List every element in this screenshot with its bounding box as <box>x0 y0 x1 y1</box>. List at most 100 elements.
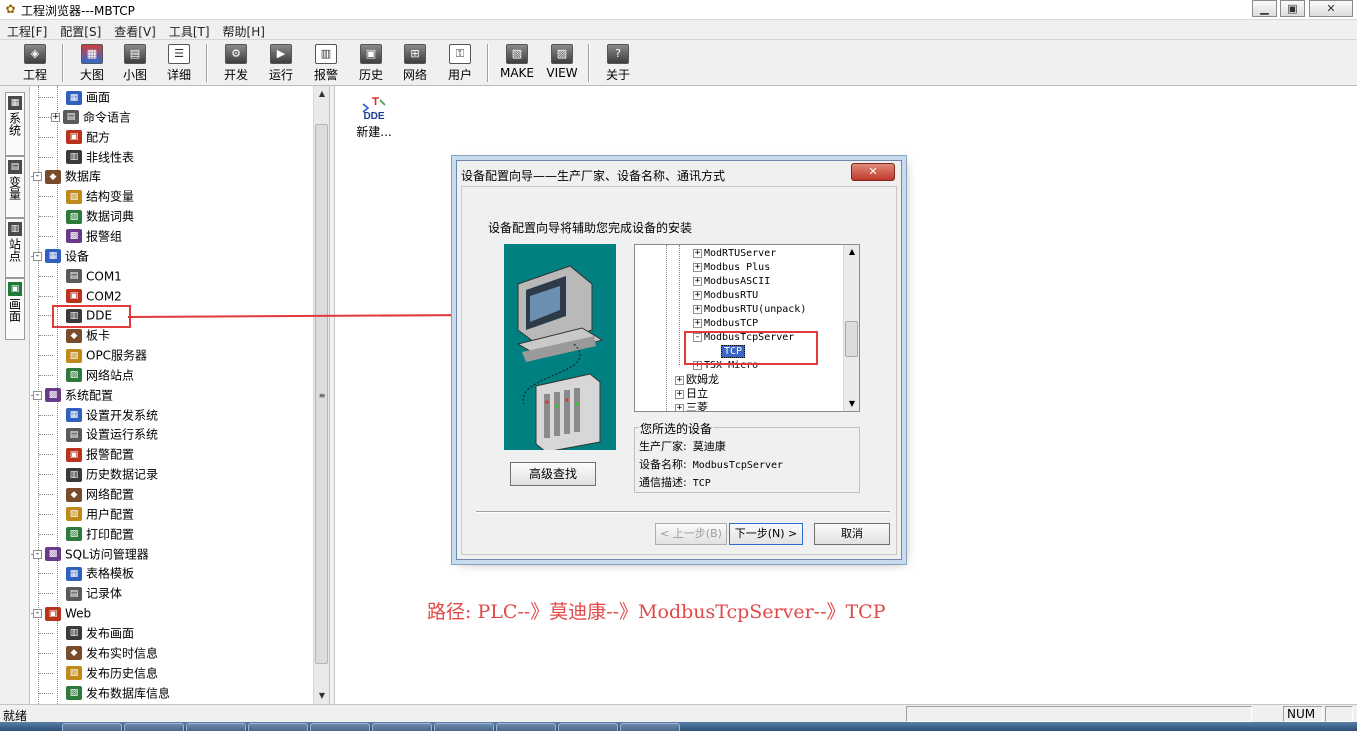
tab-screens[interactable]: ▣ 画面 <box>5 278 25 340</box>
tree-item[interactable]: ▤ 设置运行系统 <box>51 424 158 444</box>
expand-icon[interactable]: + <box>675 403 684 411</box>
tree-item[interactable]: - ▩ SQL访问管理器 <box>33 544 149 564</box>
tree-item[interactable]: ▥ 非线性表 <box>51 147 134 167</box>
device-tree-item[interactable]: + ModbusTCP <box>693 317 758 331</box>
tree-item[interactable]: ◆ 发布实时信息 <box>51 643 158 663</box>
tree-item[interactable]: ▣ COM2 <box>51 286 122 306</box>
device-tree-item[interactable]: + 日立 <box>675 387 708 401</box>
device-tree-scrollbar[interactable]: ▲ ▼ <box>843 245 859 411</box>
tab-system[interactable]: ▦ 系统 <box>5 92 25 156</box>
tree-item[interactable]: + ▤ 命令语言 <box>51 107 131 127</box>
expand-icon[interactable]: + <box>693 248 702 258</box>
collapse-icon[interactable]: - <box>33 549 42 559</box>
expand-icon[interactable]: + <box>693 290 702 300</box>
dialog-close-button[interactable]: ✕ <box>851 163 895 181</box>
tree-item[interactable]: ▨ 网络站点 <box>51 365 134 385</box>
tree-item[interactable]: ◆ 板卡 <box>51 325 110 345</box>
device-scroll-down-icon[interactable]: ▼ <box>844 397 859 411</box>
menu-project[interactable]: 工程[F] <box>0 20 53 40</box>
tree-item[interactable]: ▥ 发布画面 <box>51 623 134 643</box>
device-scroll-up-icon[interactable]: ▲ <box>844 245 859 259</box>
taskbar-button[interactable] <box>558 723 618 731</box>
taskbar-button[interactable] <box>310 723 370 731</box>
expand-icon[interactable]: + <box>51 112 60 122</box>
tree-item[interactable]: ▧ 结构变量 <box>51 186 134 206</box>
tree-item[interactable]: ▦ 画面 <box>51 87 110 107</box>
taskbar-button[interactable] <box>248 723 308 731</box>
tree-item[interactable]: - ◆ 数据库 <box>33 166 101 186</box>
toolbar-develop-button[interactable]: ⚙ 开发 <box>215 43 257 83</box>
taskbar-button[interactable] <box>124 723 184 731</box>
tab-variables[interactable]: ▤ 变量 <box>5 156 25 218</box>
tree-item[interactable]: ▧ 发布历史信息 <box>51 663 158 683</box>
taskbar-button[interactable] <box>372 723 432 731</box>
expand-icon[interactable]: + <box>693 304 702 314</box>
tree-item[interactable]: ▨ 打印配置 <box>51 524 134 544</box>
toolbar-large-icons-button[interactable]: ▦ 大图 <box>71 43 113 83</box>
menu-view[interactable]: 查看[V] <box>107 20 162 40</box>
toolbar-alarm-button[interactable]: ▥ 报警 <box>305 43 347 83</box>
tree-item[interactable]: - ▦ 设备 <box>33 246 89 266</box>
tree-item[interactable]: - ▩ 系统配置 <box>33 385 113 405</box>
toolbar-details-button[interactable]: ☰ 详细 <box>158 43 200 83</box>
tree-item[interactable]: ▧ 用户配置 <box>51 504 134 524</box>
toolbar-view-button[interactable]: ▨ VIEW <box>541 43 583 83</box>
prev-button[interactable]: < 上一步(B) <box>655 523 727 545</box>
expand-icon[interactable]: + <box>675 389 684 399</box>
expand-icon[interactable]: + <box>675 375 684 385</box>
tree-scrollbar[interactable]: ▲ ≡ ▼ <box>313 86 329 704</box>
device-tree-item[interactable]: + 欧姆龙 <box>675 373 719 387</box>
tree-item[interactable]: ▦ 表格模板 <box>51 563 134 583</box>
advanced-search-button[interactable]: 高级查找 <box>510 462 596 486</box>
collapse-icon[interactable]: - <box>33 172 42 182</box>
taskbar-button[interactable] <box>496 723 556 731</box>
device-tree-item[interactable]: + Modbus Plus <box>693 261 770 275</box>
device-tree-item[interactable]: + ModbusASCII <box>693 275 770 289</box>
device-tree-item[interactable]: + 三菱 <box>675 401 708 411</box>
close-button[interactable]: ✕ <box>1309 0 1353 17</box>
menu-tools[interactable]: 工具[T] <box>162 20 216 40</box>
tree-item[interactable]: - ▣ Web <box>33 603 91 623</box>
tree-item[interactable]: ▩ 报警组 <box>51 226 122 246</box>
next-button[interactable]: 下一步(N) > <box>729 523 803 545</box>
minimize-button[interactable]: ▁ <box>1252 0 1277 17</box>
tree-item[interactable]: ▧ OPC服务器 <box>51 345 147 365</box>
tree-item[interactable]: ▣ 报警配置 <box>51 444 134 464</box>
maximize-button[interactable]: ▣ <box>1280 0 1305 17</box>
expand-icon[interactable]: + <box>693 318 702 328</box>
device-tree-item[interactable]: + ModbusRTU <box>693 289 758 303</box>
toolbar-small-icons-button[interactable]: ▤ 小图 <box>114 43 156 83</box>
device-scroll-thumb[interactable] <box>845 321 858 357</box>
tree-item[interactable]: ▦ 设置开发系统 <box>51 405 158 425</box>
tree-item[interactable]: ▤ 记录体 <box>51 583 122 603</box>
tree-item[interactable]: ◆ 网络配置 <box>51 484 134 504</box>
taskbar-button[interactable] <box>62 723 122 731</box>
expand-icon[interactable]: + <box>693 276 702 286</box>
tab-stations[interactable]: ▥ 站点 <box>5 218 25 278</box>
toolbar-user-button[interactable]: ⚿ 用户 <box>439 43 481 83</box>
tree-item[interactable]: ▨ 数据词典 <box>51 206 134 226</box>
collapse-icon[interactable]: - <box>33 390 42 400</box>
taskbar-button[interactable] <box>186 723 246 731</box>
menu-help[interactable]: 帮助[H] <box>216 20 271 40</box>
toolbar-make-button[interactable]: ▧ MAKE <box>496 43 538 83</box>
menu-config[interactable]: 配置[S] <box>53 20 107 40</box>
device-tree-item[interactable]: + ModRTUServer <box>693 247 776 261</box>
toolbar-history-button[interactable]: ▣ 历史 <box>350 43 392 83</box>
collapse-icon[interactable]: - <box>33 251 42 261</box>
expand-icon[interactable]: + <box>693 262 702 272</box>
tree-item[interactable]: ▥ 历史数据记录 <box>51 464 158 484</box>
new-dde-item[interactable]: DDE 新建... <box>353 94 395 140</box>
toolbar-network-button[interactable]: ⊞ 网络 <box>394 43 436 83</box>
scroll-up-arrow-icon[interactable]: ▲ <box>314 86 330 102</box>
scroll-down-arrow-icon[interactable]: ▼ <box>314 688 330 704</box>
taskbar-button[interactable] <box>620 723 680 731</box>
tree-item[interactable]: ▨ 发布数据库信息 <box>51 683 170 703</box>
toolbar-run-button[interactable]: ▶ 运行 <box>260 43 302 83</box>
taskbar-button[interactable] <box>434 723 494 731</box>
tree-item[interactable]: ▤ COM1 <box>51 266 122 286</box>
toolbar-project-button[interactable]: ◈ 工程 <box>14 43 56 83</box>
toolbar-about-button[interactable]: ? 关于 <box>597 43 639 83</box>
device-tree-item[interactable]: + ModbusRTU(unpack) <box>693 303 806 317</box>
collapse-icon[interactable]: - <box>33 609 42 619</box>
